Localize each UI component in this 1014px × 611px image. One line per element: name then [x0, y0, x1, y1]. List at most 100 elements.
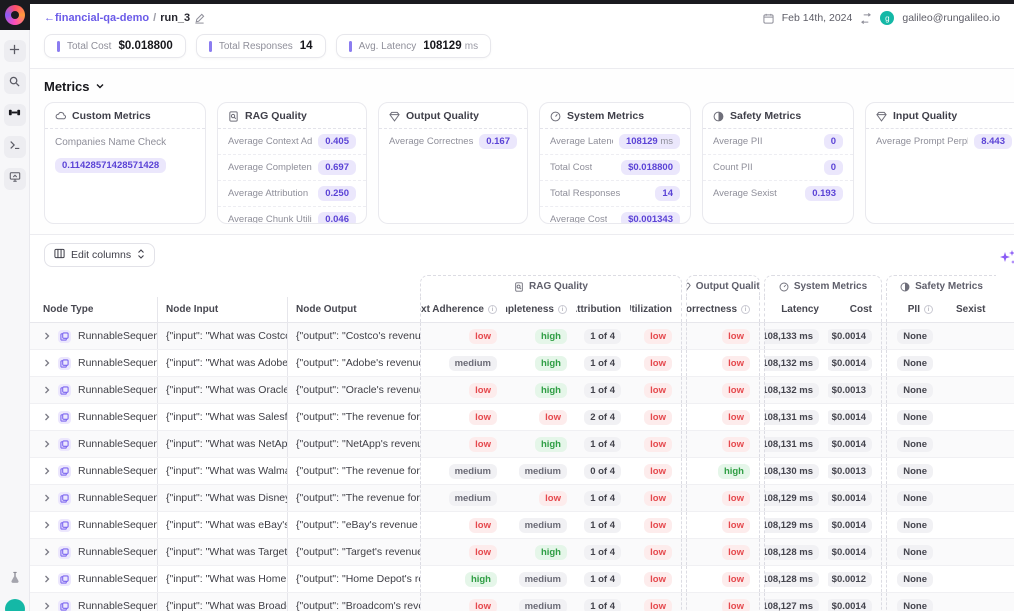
expand-chevron-icon[interactable] — [43, 602, 51, 610]
col-correctness[interactable]: Correctnessi — [686, 297, 760, 322]
group-system-metrics: System Metrics — [764, 275, 882, 297]
col-utilization[interactable]: Utilization — [630, 297, 682, 322]
col-sexist[interactable]: Sexist — [942, 297, 1014, 322]
correctness-badge: low — [722, 356, 750, 371]
latency-badge: 108,133 ms — [764, 329, 819, 344]
flask-icon[interactable] — [9, 571, 21, 589]
table-row[interactable]: RunnableSequence {"input": "What was Ado… — [30, 350, 1014, 377]
info-icon[interactable]: i — [741, 305, 750, 314]
correctness-badge: low — [722, 491, 750, 506]
col-attribution[interactable]: Attribution — [576, 297, 630, 322]
new-project-button[interactable] — [4, 40, 26, 62]
node-output-text[interactable]: {"output": "Target's revenue in ... — [296, 546, 420, 558]
node-input-text[interactable]: {"input": "What was Salesforce'... — [166, 411, 287, 423]
expand-chevron-icon[interactable] — [43, 575, 51, 583]
runs-button[interactable] — [4, 104, 26, 126]
expand-chevron-icon[interactable] — [43, 521, 51, 529]
context-adherence-badge: low — [469, 518, 497, 533]
node-type-label: RunnableSequence — [78, 411, 157, 423]
cost-badge: $0.0012 — [828, 572, 872, 587]
expand-chevron-icon[interactable] — [43, 386, 51, 394]
col-cost[interactable]: Cost — [828, 297, 882, 322]
expand-chevron-icon[interactable] — [43, 359, 51, 367]
table-row[interactable]: RunnableSequence {"input": "What was eBa… — [30, 512, 1014, 539]
col-pii[interactable]: PIIi — [886, 297, 942, 322]
info-icon[interactable]: i — [488, 305, 497, 314]
node-output-text[interactable]: {"output": "The revenue for Wal... — [296, 465, 420, 477]
sort-arrows-icon — [137, 249, 145, 262]
console-button[interactable] — [4, 136, 26, 158]
table-row[interactable]: RunnableSequence {"input": "What was Dis… — [30, 485, 1014, 512]
node-input-text[interactable]: {"input": "What was Target's re... — [166, 546, 287, 558]
compare-icon[interactable] — [860, 13, 872, 24]
card-output-quality: Output Quality Average Correctness0.167 — [378, 102, 528, 224]
node-output-text[interactable]: {"output": "Broadcom's revenu... — [296, 600, 420, 611]
metric-value-pill: 0 — [824, 160, 843, 175]
sidebar — [0, 0, 30, 611]
table-row[interactable]: RunnableSequence {"input": "What was Tar… — [30, 539, 1014, 566]
table-row[interactable]: RunnableSequence {"input": "What was Net… — [30, 431, 1014, 458]
node-input-text[interactable]: {"input": "What was Home Dep... — [166, 573, 287, 585]
pii-badge: None — [897, 545, 933, 560]
metric-row: Average Completeness0.697 — [218, 155, 366, 181]
sparkles-icon[interactable] — [996, 249, 1014, 274]
table-row[interactable]: RunnableSequence {"input": "What was Bro… — [30, 593, 1014, 611]
correctness-badge: high — [718, 464, 750, 479]
node-output-text[interactable]: {"output": "NetApp's revenue in... — [296, 438, 420, 450]
node-output-text[interactable]: {"output": "Costco's revenue in ... — [296, 330, 420, 342]
node-input-text[interactable]: {"input": "What was NetApp's r... — [166, 438, 287, 450]
node-input-text[interactable]: {"input": "What was eBay's rev... — [166, 519, 287, 531]
edit-run-name-icon[interactable] — [194, 13, 205, 24]
expand-chevron-icon[interactable] — [43, 332, 51, 340]
run-stats: Total Cost $0.018800 Total Responses 14 … — [30, 32, 1014, 68]
col-node-output[interactable]: Node Output — [288, 297, 420, 322]
table-row[interactable]: RunnableSequence {"input": "What was Wal… — [30, 458, 1014, 485]
results-table: RAG Quality Output Quality System Metric… — [30, 273, 1014, 611]
galileo-logo[interactable] — [0, 0, 30, 30]
expand-chevron-icon[interactable] — [43, 467, 51, 475]
node-input-text[interactable]: {"input": "What was Adobe's re... — [166, 357, 287, 369]
col-context-adherence[interactable]: Context Adherencei — [420, 297, 506, 322]
node-output-text[interactable]: {"output": "Home Depot's reve... — [296, 573, 420, 585]
context-adherence-badge: high — [465, 572, 497, 587]
col-node-input[interactable]: Node Input — [158, 297, 288, 322]
edit-columns-button[interactable]: Edit columns — [44, 243, 155, 267]
node-input-text[interactable]: {"input": "What was Costco's re... — [166, 330, 287, 342]
info-icon[interactable]: i — [924, 305, 933, 314]
node-type-cell: RunnableSequence — [30, 323, 158, 349]
node-output-text[interactable]: {"output": "eBay's revenue in Q... — [296, 519, 420, 531]
search-button[interactable] — [4, 72, 26, 94]
breadcrumb-back-link[interactable]: ←financial-qa-demo — [44, 12, 149, 24]
metrics-section-toggle[interactable]: Metrics — [44, 77, 1000, 102]
expand-chevron-icon[interactable] — [43, 548, 51, 556]
expand-chevron-icon[interactable] — [43, 494, 51, 502]
info-icon[interactable]: i — [558, 305, 567, 314]
node-output-text[interactable]: {"output": "The revenue for Dis... — [296, 492, 420, 504]
node-output-text[interactable]: {"output": "The revenue for Sal... — [296, 411, 420, 423]
metric-value-pill: 0.250 — [318, 186, 356, 201]
latency-badge: 108,131 ms — [764, 410, 819, 425]
table-row[interactable]: RunnableSequence {"input": "What was Cos… — [30, 323, 1014, 350]
col-node-type[interactable]: Node Type — [30, 297, 158, 322]
node-type-cell: RunnableSequence — [30, 593, 158, 611]
node-output-text[interactable]: {"output": "Oracle's revenue in ... — [296, 384, 420, 396]
table-row[interactable]: RunnableSequence {"input": "What was Sal… — [30, 404, 1014, 431]
node-input-text[interactable]: {"input": "What was Disney's re... — [166, 492, 287, 504]
table-row[interactable]: RunnableSequence {"input": "What was Ora… — [30, 377, 1014, 404]
monitor-button[interactable] — [4, 168, 26, 190]
attribution-badge: 1 of 4 — [584, 329, 621, 344]
node-output-text[interactable]: {"output": "Adobe's revenue in ... — [296, 357, 420, 369]
expand-chevron-icon[interactable] — [43, 413, 51, 421]
user-avatar[interactable]: g — [880, 11, 894, 25]
col-latency[interactable]: Latency — [764, 297, 828, 322]
cost-badge: $0.0014 — [828, 491, 872, 506]
attribution-badge: 1 of 4 — [584, 599, 621, 611]
node-input-text[interactable]: {"input": "What was Oracle's re... — [166, 384, 287, 396]
expand-chevron-icon[interactable] — [43, 440, 51, 448]
node-input-text[interactable]: {"input": "What was Broadcom'... — [166, 600, 287, 611]
col-completeness[interactable]: Completenessi — [506, 297, 576, 322]
pii-badge: None — [897, 599, 933, 611]
table-row[interactable]: RunnableSequence {"input": "What was Hom… — [30, 566, 1014, 593]
user-avatar-bottom[interactable] — [5, 599, 25, 611]
node-input-text[interactable]: {"input": "What was Walmart's r... — [166, 465, 287, 477]
